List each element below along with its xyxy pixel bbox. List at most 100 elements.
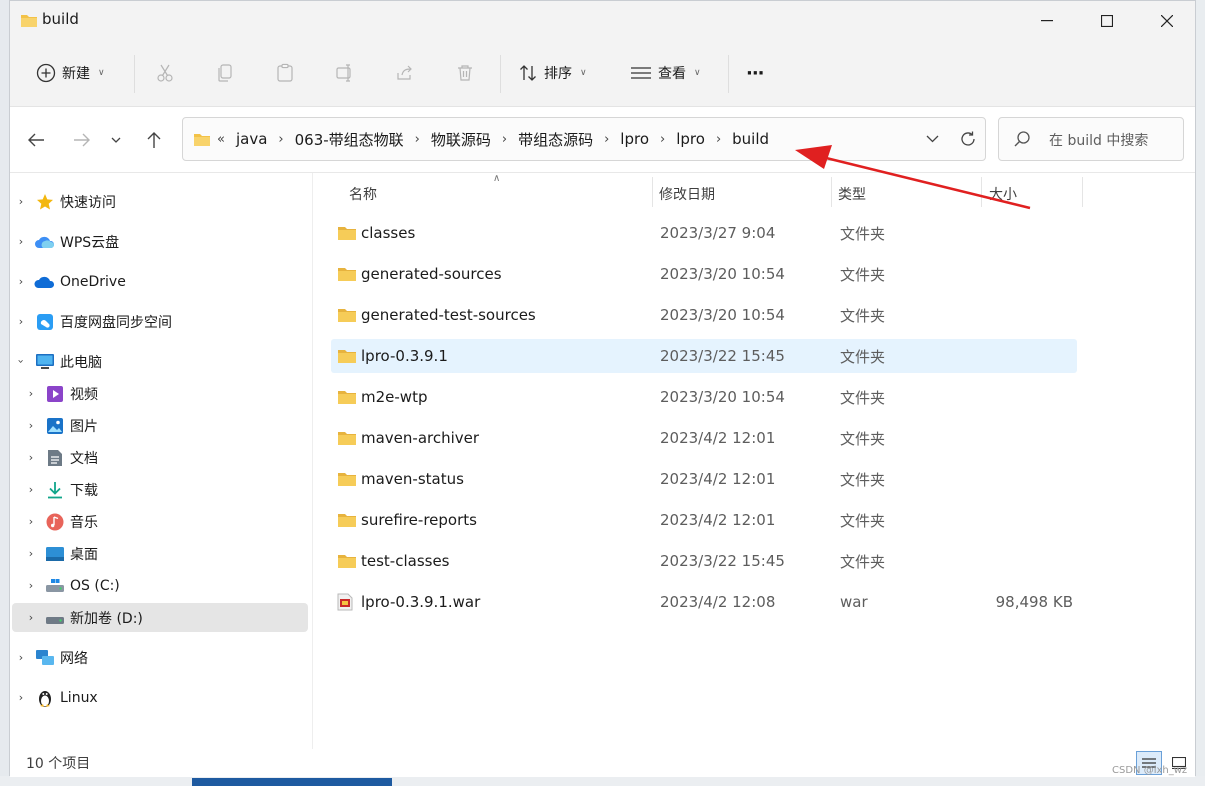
paste-button[interactable] bbox=[272, 60, 298, 86]
sidebar-item-onedrive[interactable]: › OneDrive bbox=[12, 267, 308, 296]
sidebar-item-label: WPS云盘 bbox=[60, 234, 120, 251]
view-button-label: 查看 bbox=[658, 66, 686, 82]
chevron-right-icon[interactable]: › bbox=[12, 195, 30, 208]
sidebar-item-documents[interactable]: › 文档 bbox=[22, 443, 308, 472]
sidebar-item-label: Linux bbox=[60, 689, 98, 706]
chevron-right-icon[interactable]: › bbox=[22, 483, 40, 496]
column-header-date[interactable]: 修改日期 bbox=[659, 179, 715, 209]
up-button[interactable] bbox=[140, 127, 168, 153]
sidebar-item-baidu[interactable]: › 百度网盘同步空间 bbox=[12, 307, 308, 336]
column-header-name[interactable]: 名称 bbox=[349, 179, 377, 209]
table-row[interactable]: surefire-reports 2023/4/2 12:01 文件夹 bbox=[331, 503, 1077, 537]
sidebar-item-linux[interactable]: › Linux bbox=[12, 683, 308, 712]
star-icon bbox=[34, 192, 56, 212]
address-bar[interactable]: « java › 063-带组态物联 › 物联源码 › 带组态源码 › lpro… bbox=[182, 117, 986, 161]
sidebar-item-quick-access[interactable]: › 快速访问 bbox=[12, 187, 308, 216]
breadcrumb-item[interactable]: 063-带组态物联 bbox=[291, 129, 408, 150]
maximize-button[interactable] bbox=[1078, 1, 1136, 41]
share-button[interactable] bbox=[392, 60, 418, 86]
sidebar-item-this-pc[interactable]: › 此电脑 bbox=[12, 347, 308, 376]
baidu-icon bbox=[34, 312, 56, 332]
chevron-right-icon[interactable]: › bbox=[22, 547, 40, 560]
column-divider[interactable] bbox=[1082, 177, 1083, 207]
refresh-button[interactable] bbox=[959, 130, 977, 148]
sidebar-item-downloads[interactable]: › 下载 bbox=[22, 475, 308, 504]
recent-locations-button[interactable] bbox=[106, 127, 126, 153]
table-row[interactable]: maven-archiver 2023/4/2 12:01 文件夹 bbox=[331, 421, 1077, 455]
breadcrumb-item[interactable]: 物联源码 bbox=[427, 129, 495, 150]
table-row[interactable]: generated-sources 2023/3/20 10:54 文件夹 bbox=[331, 257, 1077, 291]
chevron-right-icon[interactable]: › bbox=[22, 387, 40, 400]
file-size bbox=[971, 339, 1073, 373]
table-row[interactable]: m2e-wtp 2023/3/20 10:54 文件夹 bbox=[331, 380, 1077, 414]
file-date: 2023/4/2 12:08 bbox=[660, 593, 776, 611]
more-options-button[interactable]: ··· bbox=[746, 57, 764, 89]
breadcrumb-item-current[interactable]: build bbox=[728, 130, 773, 148]
chevron-right-icon[interactable]: › bbox=[22, 451, 40, 464]
sidebar-item-pictures[interactable]: › 图片 bbox=[22, 411, 308, 440]
sidebar-item-label: 图片 bbox=[70, 418, 98, 435]
sidebar-item-videos[interactable]: › 视频 bbox=[22, 379, 308, 408]
table-row[interactable]: generated-test-sources 2023/3/20 10:54 文件夹 bbox=[331, 298, 1077, 332]
folder-icon bbox=[20, 13, 38, 32]
table-row[interactable]: lpro-0.3.9.1 2023/3/22 15:45 文件夹 bbox=[331, 339, 1077, 373]
column-divider[interactable] bbox=[652, 177, 653, 207]
chevron-right-icon: › bbox=[278, 131, 284, 147]
sidebar-item-drive-d[interactable]: › 新加卷 (D:) bbox=[12, 603, 308, 632]
chevron-right-icon[interactable]: › bbox=[22, 579, 40, 592]
sidebar-item-desktop[interactable]: › 桌面 bbox=[22, 539, 308, 568]
chevron-right-icon[interactable]: › bbox=[22, 515, 40, 528]
toolbar-divider bbox=[500, 55, 501, 93]
sidebar-item-drive-c[interactable]: › OS (C:) bbox=[22, 571, 308, 600]
rename-button[interactable] bbox=[332, 60, 358, 86]
back-button[interactable] bbox=[22, 127, 50, 153]
close-button[interactable] bbox=[1138, 1, 1196, 41]
column-divider[interactable] bbox=[981, 177, 982, 207]
chevron-right-icon[interactable]: › bbox=[12, 235, 30, 248]
breadcrumb-item[interactable]: 带组态源码 bbox=[514, 129, 597, 150]
folder-icon bbox=[337, 421, 359, 455]
column-header-type-label: 类型 bbox=[838, 187, 866, 203]
search-box[interactable]: 在 build 中搜索 bbox=[998, 117, 1184, 161]
table-row[interactable]: maven-status 2023/4/2 12:01 文件夹 bbox=[331, 462, 1077, 496]
delete-button[interactable] bbox=[452, 60, 478, 86]
chevron-right-icon[interactable]: › bbox=[12, 275, 30, 288]
sidebar-item-wps-cloud[interactable]: › WPS云盘 bbox=[12, 227, 308, 256]
document-icon bbox=[44, 448, 66, 468]
sort-button[interactable]: 排序 ∨ bbox=[518, 57, 587, 89]
file-type: 文件夹 bbox=[840, 511, 886, 530]
table-row[interactable]: lpro-0.3.9.1.war 2023/4/2 12:08 war 98,498 … bbox=[331, 585, 1077, 619]
breadcrumb-item[interactable]: lpro bbox=[616, 130, 653, 148]
file-name: generated-test-sources bbox=[361, 306, 536, 324]
chevron-down-icon[interactable]: › bbox=[15, 353, 28, 371]
overflow-crumb[interactable]: « bbox=[217, 132, 232, 147]
chevron-right-icon[interactable]: › bbox=[12, 651, 30, 664]
cut-button[interactable] bbox=[152, 60, 178, 86]
column-header-size[interactable]: 大小 bbox=[989, 179, 1017, 209]
view-list-icon bbox=[631, 67, 651, 79]
chevron-right-icon[interactable]: › bbox=[22, 419, 40, 432]
minimize-button[interactable] bbox=[1018, 1, 1076, 41]
folder-icon bbox=[337, 503, 359, 537]
column-divider[interactable] bbox=[831, 177, 832, 207]
table-row[interactable]: test-classes 2023/3/22 15:45 文件夹 bbox=[331, 544, 1077, 578]
chevron-right-icon[interactable]: › bbox=[12, 315, 30, 328]
chevron-right-icon[interactable]: › bbox=[22, 611, 40, 624]
file-type: 文件夹 bbox=[840, 429, 886, 448]
address-history-button[interactable] bbox=[926, 135, 939, 143]
plus-circle-icon bbox=[36, 63, 56, 83]
breadcrumb-item[interactable]: java bbox=[232, 130, 271, 148]
view-button[interactable]: 查看 ∨ bbox=[630, 57, 701, 89]
new-button[interactable]: 新建 ∨ bbox=[36, 57, 105, 89]
forward-button[interactable] bbox=[68, 127, 96, 153]
column-header-type[interactable]: 类型 bbox=[838, 179, 866, 209]
table-row[interactable]: classes 2023/3/27 9:04 文件夹 bbox=[331, 216, 1077, 250]
chevron-right-icon[interactable]: › bbox=[12, 691, 30, 704]
copy-button[interactable] bbox=[212, 60, 238, 86]
breadcrumb-item[interactable]: lpro bbox=[672, 130, 709, 148]
sidebar-item-music[interactable]: › 音乐 bbox=[22, 507, 308, 536]
file-size bbox=[971, 421, 1073, 455]
file-date: 2023/3/22 15:45 bbox=[660, 552, 785, 570]
sidebar-item-network[interactable]: › 网络 bbox=[12, 643, 308, 672]
trash-icon bbox=[458, 65, 472, 81]
